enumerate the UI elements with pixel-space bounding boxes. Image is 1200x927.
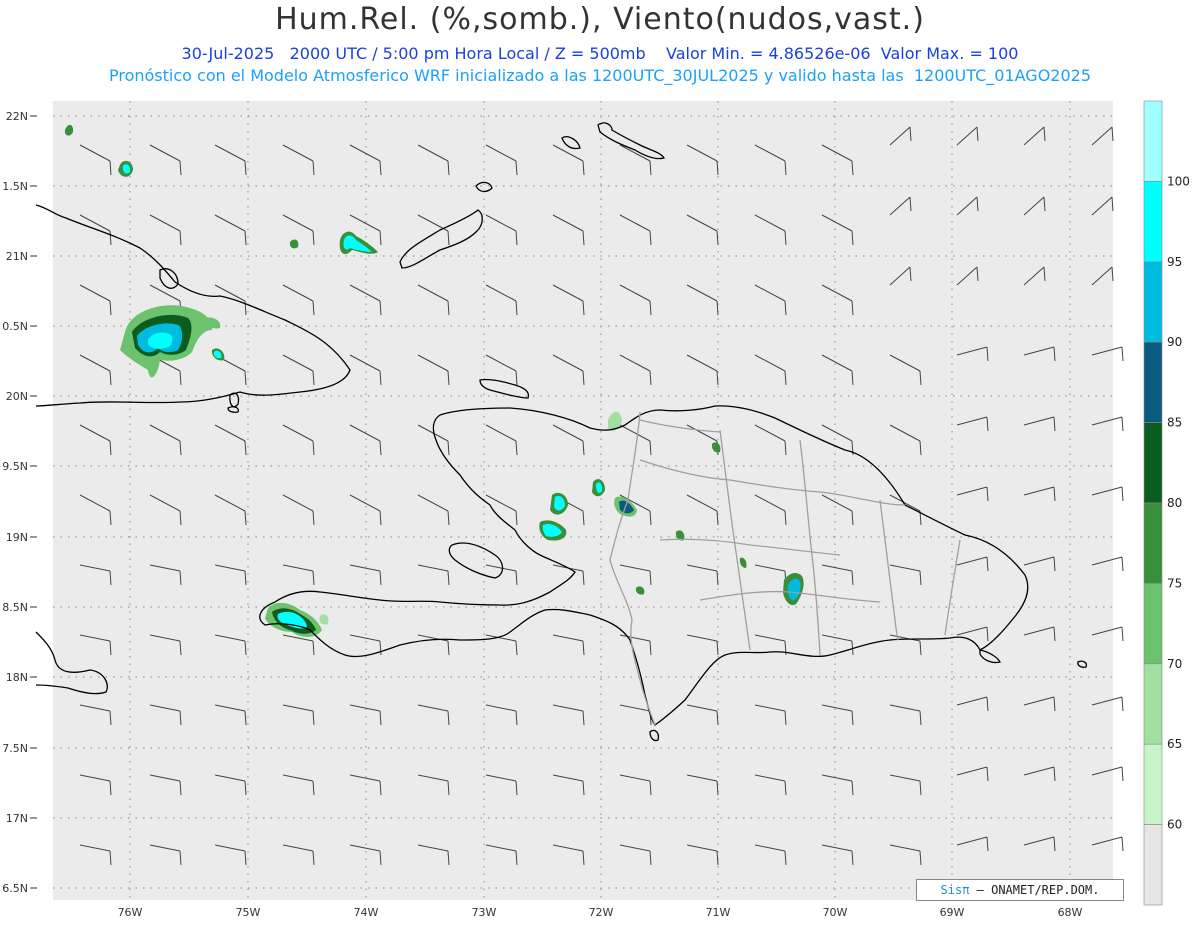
- longitude-labels: 76W 75W 74W 73W 72W 71W 70W 69W 68W: [118, 906, 1083, 919]
- lon-label: 74W: [354, 906, 379, 919]
- colorbar-swatch: [1143, 422, 1163, 504]
- lat-label: 18N: [6, 671, 28, 684]
- lon-label: 72W: [589, 906, 614, 919]
- lon-label: 73W: [472, 906, 497, 919]
- colorbar-label: 80: [1167, 496, 1182, 510]
- colorbar-label: 90: [1167, 335, 1182, 349]
- sispi-logo: Sisπ: [940, 883, 970, 897]
- lat-label: 7.5N: [2, 742, 28, 755]
- lat-label: 17N: [6, 812, 28, 825]
- colorbar-label: 65: [1167, 737, 1182, 751]
- lon-label: 75W: [236, 906, 261, 919]
- lon-label: 69W: [940, 906, 965, 919]
- lat-label: 9.5N: [2, 460, 28, 473]
- credit-box: Sisπ – ONAMET/REP.DOM.: [916, 879, 1124, 901]
- colorbar-label: 100: [1167, 174, 1190, 188]
- lat-label: 21N: [6, 250, 28, 263]
- lat-label: 19N: [6, 531, 28, 544]
- plot-area: [53, 101, 1113, 900]
- colorbar-swatch: [1143, 181, 1163, 263]
- lat-label: 20N: [6, 390, 28, 403]
- credit-text: – ONAMET/REP.DOM.: [976, 883, 1100, 897]
- colorbar-label: 70: [1167, 657, 1182, 671]
- lat-label: 8.5N: [2, 601, 28, 614]
- latitude-labels: 22N 1.5N 21N 0.5N 20N 9.5N 19N 8.5N 18N 7.5N 17N 6.…: [2, 110, 37, 895]
- colorbar-label: 60: [1167, 818, 1182, 832]
- colorbar-swatch: [1143, 663, 1163, 745]
- colorbar-swatch: [1143, 261, 1163, 343]
- lat-label: 1.5N: [2, 180, 28, 193]
- colorbar-swatch: [1143, 583, 1163, 665]
- lon-label: 68W: [1058, 906, 1083, 919]
- colorbar-label: 95: [1167, 255, 1182, 269]
- colorbar-swatch: [1143, 100, 1163, 182]
- colorbar-label: 75: [1167, 576, 1182, 590]
- colorbar-label: 85: [1167, 416, 1182, 430]
- map-canvas: 22N 1.5N 21N 0.5N 20N 9.5N 19N 8.5N 18N 7.5N 17N 6.…: [2, 100, 1190, 919]
- lat-label: 6.5N: [2, 882, 28, 895]
- lon-label: 70W: [823, 906, 848, 919]
- lon-label: 76W: [118, 906, 143, 919]
- colorbar-swatch: [1143, 341, 1163, 423]
- lat-label: 0.5N: [2, 320, 28, 333]
- colorbar-swatch: [1143, 502, 1163, 584]
- colorbar-swatch: [1143, 743, 1163, 825]
- lat-label: 22N: [6, 110, 28, 123]
- colorbar-swatch: [1143, 824, 1163, 906]
- colorbar: 60 65 70 75 80 85 90 95 100: [1143, 100, 1190, 906]
- lon-label: 71W: [706, 906, 731, 919]
